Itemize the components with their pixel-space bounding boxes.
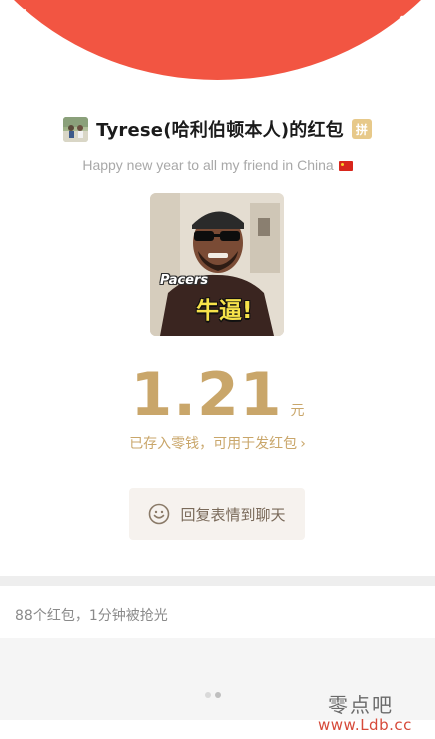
greeting-message: Happy new year to all my friend in China: [82, 157, 334, 173]
packet-stats-section: 88个红包，1分钟被抢光: [0, 586, 435, 638]
greeting-text: Happy new year to all my friend in China: [0, 157, 435, 173]
header-dome: [0, 0, 435, 80]
sender-row: Tyrese(哈利伯顿本人)的红包 拼: [0, 116, 435, 142]
reply-button-label: 回复表情到聊天: [180, 505, 286, 524]
avatar-image: [63, 116, 89, 142]
smiley-icon: [149, 503, 170, 525]
page-indicator: [205, 692, 221, 698]
saved-note-text: 已存入零钱，可用于发红包: [129, 436, 298, 452]
watermark-title: 零点吧: [328, 693, 394, 717]
red-packet-cover-image[interactable]: Pacers 牛逼!: [150, 193, 284, 336]
red-packet-detail-page: Tyrese(哈利伯顿本人)的红包 拼 Happy new year to al…: [0, 0, 435, 739]
cover-caption-pacers: Pacers: [160, 273, 209, 288]
page-dot-active: [215, 692, 221, 698]
pin-badge: 拼: [351, 119, 372, 139]
back-button[interactable]: [8, 4, 34, 32]
amount-row: 1.21 元: [0, 360, 435, 430]
packet-stats-text: 88个红包，1分钟被抢光: [15, 608, 168, 624]
chevron-right-icon: ›: [300, 436, 306, 452]
china-flag-icon: [338, 161, 353, 172]
cover-caption-main: 牛逼!: [196, 298, 253, 324]
sender-avatar[interactable]: [63, 116, 89, 142]
saved-to-wallet-link[interactable]: 已存入零钱，可用于发红包 ›: [0, 433, 435, 453]
page-dot: [205, 692, 211, 698]
more-button[interactable]: [395, 6, 425, 30]
sender-name: Tyrese(哈利伯顿本人)的红包: [96, 120, 344, 141]
watermark-url: www.Ldb.cc: [318, 716, 412, 734]
chevron-left-icon: [16, 9, 26, 27]
section-divider: [0, 576, 435, 586]
more-dots-icon: [399, 15, 421, 21]
amount-value: 1.21: [130, 360, 283, 430]
reply-sticker-button[interactable]: 回复表情到聊天: [129, 488, 305, 540]
amount-unit: 元: [290, 403, 305, 419]
